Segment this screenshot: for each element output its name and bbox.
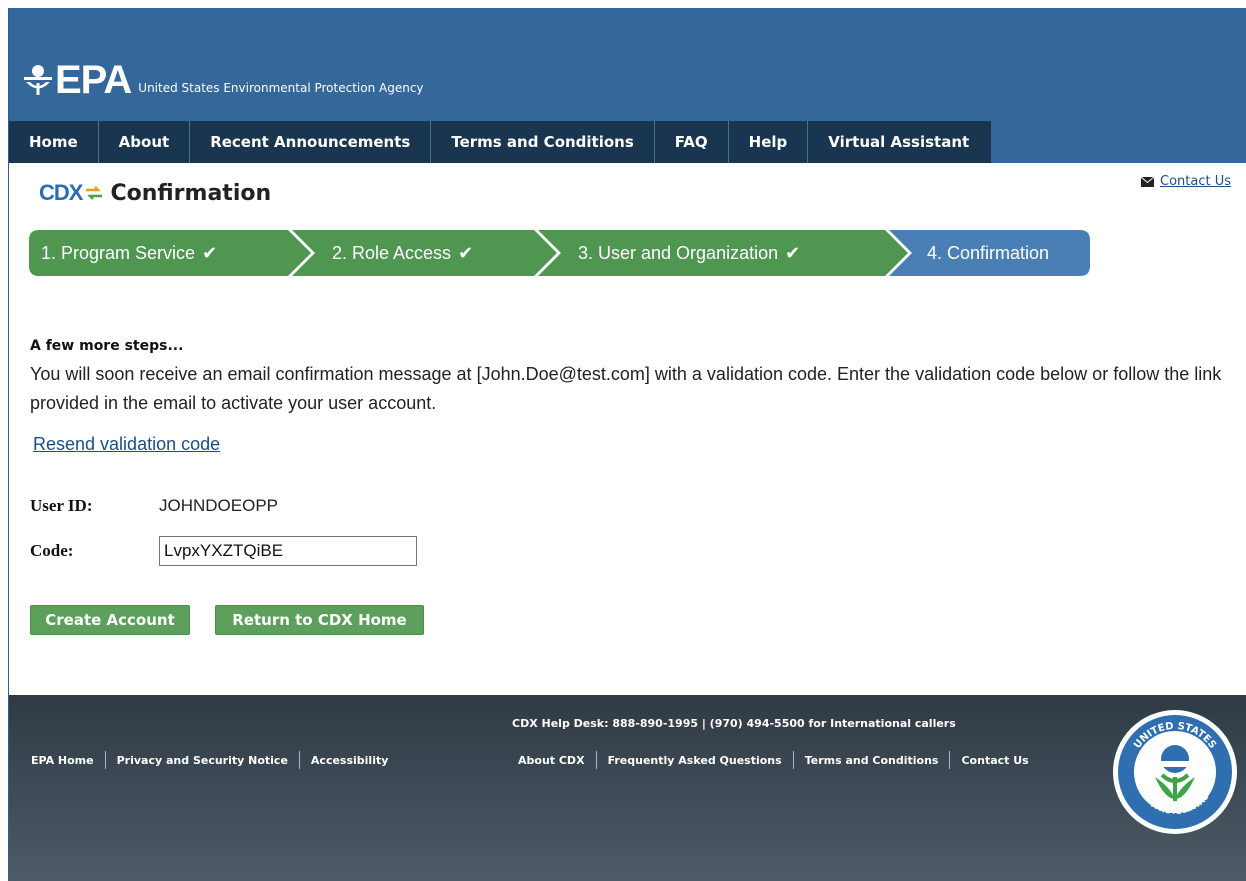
step-2: 2. Role Access ✔ [332,230,473,276]
step-2-label: 2. Role Access [332,242,452,263]
code-label: Code: [30,541,74,560]
footer-right-links: About CDX Frequently Asked Questions Ter… [518,751,1029,769]
user-id-value: JOHNDOEOPP [159,496,279,515]
checkmark-icon: ✔ [202,242,218,263]
validation-code-input[interactable] [159,536,417,566]
epa-flower-icon [24,65,52,95]
confirmation-message: You will soon receive an email confirmat… [30,364,1222,413]
resend-validation-code-link[interactable]: Resend validation code [33,434,220,455]
footer-separator [104,751,106,769]
epa-seal-icon: UNITED STATES ENVIRONMENTAL PROTECTION A… [1110,710,1237,837]
footer-accessibility-link[interactable]: Accessibility [311,754,389,767]
contact-us-label: Contact Us [1160,174,1231,189]
nav-recent-announcements[interactable]: Recent Announcements [190,121,432,163]
checkmark-icon: ✔ [458,242,474,263]
footer-separator [792,751,794,769]
footer-about-cdx-link[interactable]: About CDX [518,754,585,767]
footer-faq-link[interactable]: Frequently Asked Questions [608,754,782,767]
checkmark-icon: ✔ [785,242,801,263]
subheading: A few more steps... [30,338,184,354]
footer-separator [595,751,597,769]
site-footer: EPA Home Privacy and Security Notice Acc… [9,695,1246,881]
help-desk-info: CDX Help Desk: 888-890-1995 | (970) 494-… [512,717,956,730]
contact-us-link[interactable]: Contact Us [1141,174,1231,189]
user-id-row: User ID: JOHNDOEOPP [30,496,278,516]
step-3: 3. User and Organization ✔ [578,230,800,276]
page-title-text: Confirmation [110,180,272,206]
nav-terms-and-conditions[interactable]: Terms and Conditions [431,121,655,163]
step-4-label: 4. Confirmation [927,242,1050,263]
user-id-label: User ID: [30,496,93,515]
nav-help[interactable]: Help [729,121,809,163]
envelope-icon [1141,176,1154,187]
agency-name: United States Environmental Protection A… [138,81,424,95]
step-4: 4. Confirmation [927,230,1049,276]
footer-left-links: EPA Home Privacy and Security Notice Acc… [31,751,388,769]
epa-wordmark: EPA [55,58,132,102]
footer-privacy-link[interactable]: Privacy and Security Notice [117,754,288,767]
footer-separator [298,751,300,769]
nav-about[interactable]: About [99,121,191,163]
code-row: Code: [30,536,417,566]
step-1-label: 1. Program Service [41,242,196,263]
footer-contact-us-link[interactable]: Contact Us [961,754,1028,767]
step-3-label: 3. User and Organization [578,242,779,263]
nav-home[interactable]: Home [9,121,99,163]
footer-terms-link[interactable]: Terms and Conditions [805,754,939,767]
cdx-logo: CDX [39,180,83,205]
footer-epa-home-link[interactable]: EPA Home [31,754,94,767]
step-1: 1. Program Service ✔ [41,230,217,276]
nav-virtual-assistant[interactable]: Virtual Assistant [808,121,991,163]
main-nav: Home About Recent Announcements Terms an… [9,121,992,163]
confirmation-content: A few more steps... You will soon receiv… [30,338,1230,454]
return-to-cdx-home-button[interactable]: Return to CDX Home [215,605,424,635]
cdx-exchange-icon [86,186,103,200]
epa-logo[interactable]: EPA United States Environmental Protecti… [24,58,424,102]
progress-steps: 1. Program Service ✔ 2. Role Access ✔ 3. U… [29,230,1090,276]
footer-separator [949,751,951,769]
create-account-button[interactable]: Create Account [30,605,190,635]
page-title: CDX Confirmation [39,180,271,206]
nav-faq[interactable]: FAQ [655,121,729,163]
